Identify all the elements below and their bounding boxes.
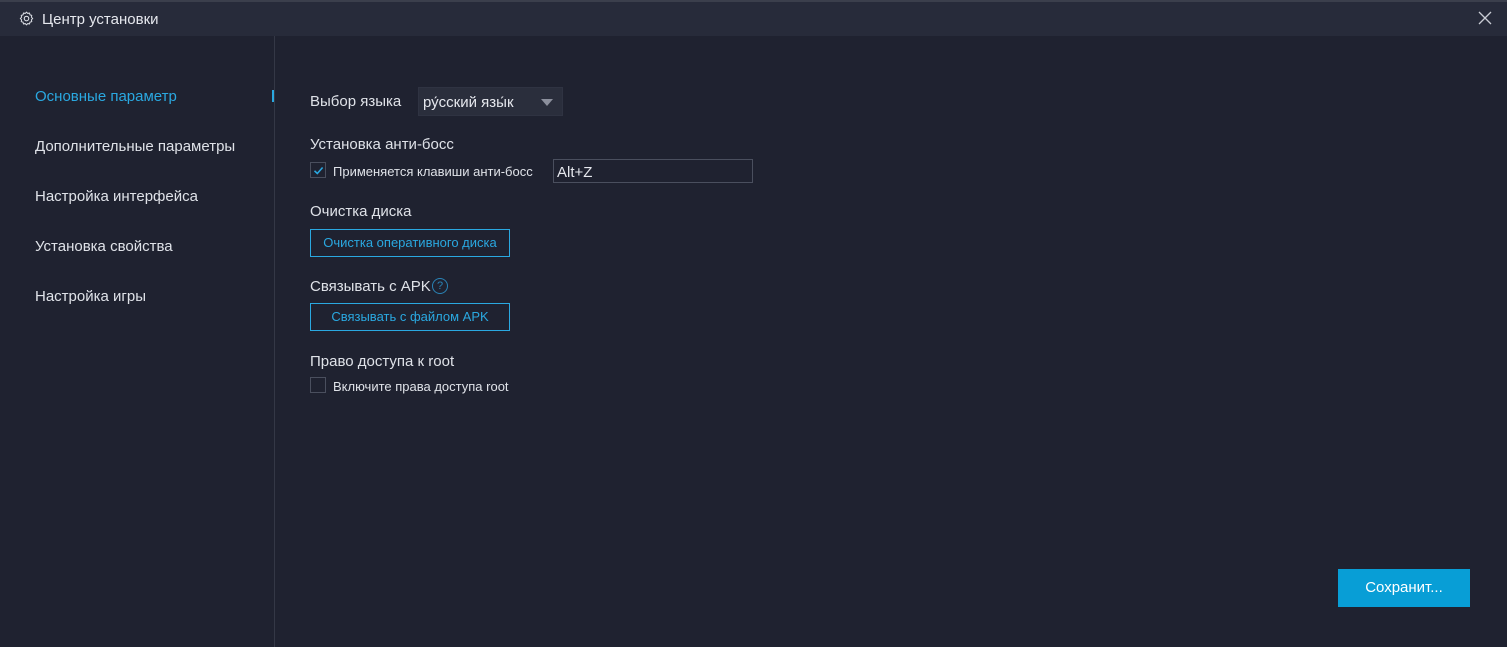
associate-apk-button[interactable]: Связывать с файлом APK [310,303,510,331]
root-checkbox[interactable] [310,377,326,393]
question-icon[interactable]: ? [432,278,448,294]
language-label: Выбор языка [310,93,402,110]
disk-heading: Очистка диска [310,203,412,220]
root-checkbox-label: Включите права доступа root [333,379,509,394]
gear-icon [19,11,34,26]
antiboss-checkbox[interactable] [310,162,326,178]
title-bar: Центр установки [0,0,1507,36]
antiboss-checkbox-label: Применяется клавиши анти-босс [333,164,533,179]
antiboss-hotkey-input[interactable] [553,159,753,183]
sidebar-item-properties[interactable]: Установка свойства [35,238,173,255]
checkmark-icon [313,166,324,175]
sidebar-item-basic[interactable]: Основные параметр [35,88,177,105]
sidebar-item-advanced[interactable]: Дополнительные параметры [35,138,235,155]
settings-window: Центр установки Основные параметр Дополн… [0,0,1507,647]
apk-heading: Связывать с APK [310,278,431,295]
root-heading: Право доступа к root [310,353,455,370]
sidebar-item-interface[interactable]: Настройка интерфейса [35,188,198,205]
antiboss-heading: Установка анти-босс [310,136,454,153]
language-selected-value: ру́сский язы́к [423,94,514,111]
clean-ram-disk-button[interactable]: Очистка оперативного диска [310,229,510,257]
language-select[interactable]: ру́сский язы́к [418,87,563,116]
sidebar: Основные параметр Дополнительные парамет… [0,36,275,647]
sidebar-item-game[interactable]: Настройка игры [35,288,146,305]
active-nav-indicator [272,90,274,102]
chevron-down-icon [541,99,553,106]
save-button[interactable]: Сохранит... [1338,569,1470,607]
close-icon[interactable] [1477,10,1493,26]
top-edge [0,0,1507,2]
window-title: Центр установки [42,11,159,28]
